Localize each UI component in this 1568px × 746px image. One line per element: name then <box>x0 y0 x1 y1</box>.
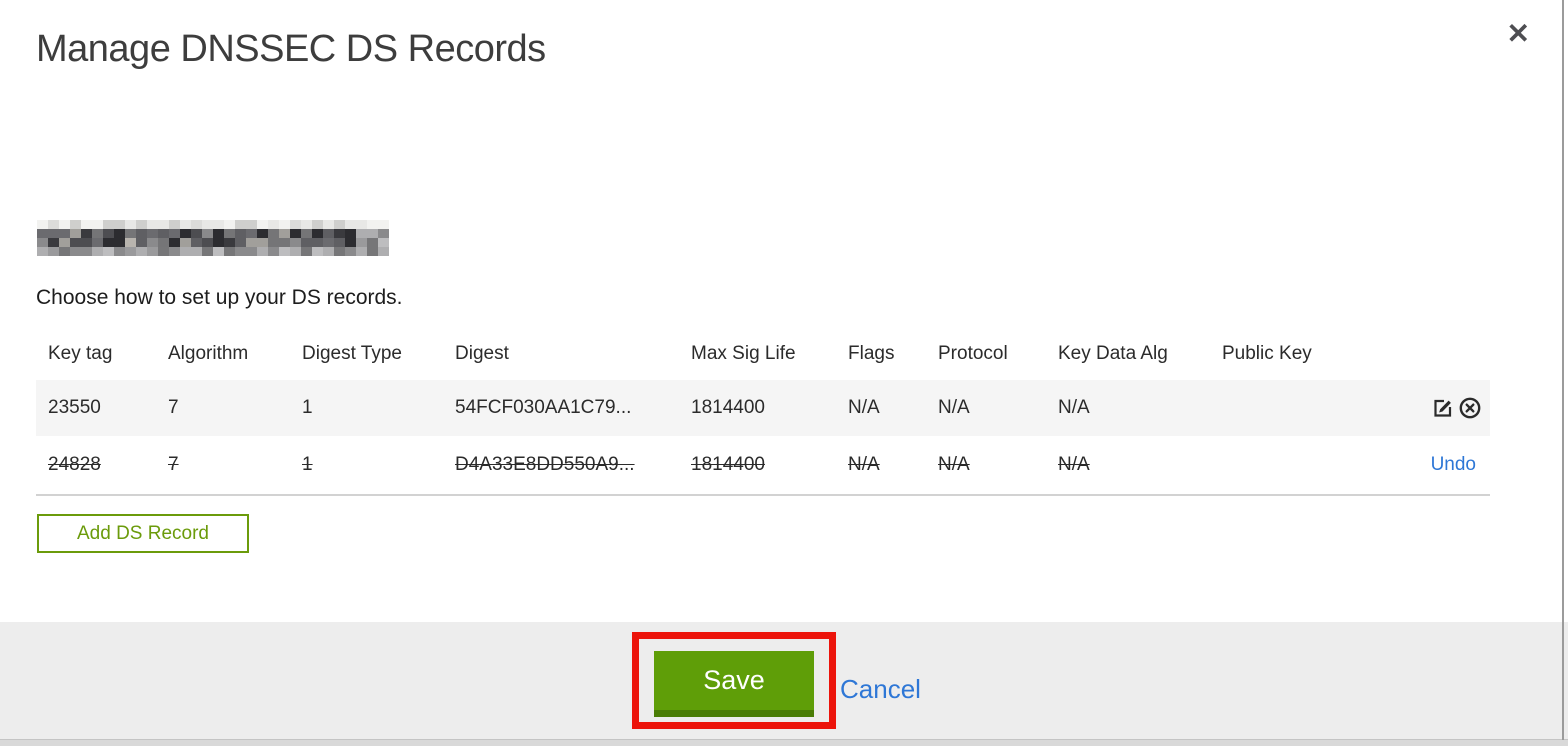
cell-protocol: N/A <box>938 454 970 475</box>
cell-algorithm: 7 <box>168 397 179 418</box>
cell-max-sig-life: 1814400 <box>691 397 765 418</box>
col-header-protocol: Protocol <box>938 343 1008 364</box>
table-row-deleted: 24828 7 1 D4A33E8DD550A9... 1814400 N/A … <box>36 436 1490 496</box>
col-header-key-data-alg: Key Data Alg <box>1058 343 1168 364</box>
row-actions <box>1360 396 1490 420</box>
cell-key-data-alg: N/A <box>1058 454 1090 475</box>
table-row: 23550 7 1 54FCF030AA1C79... 1814400 N/A … <box>36 380 1490 436</box>
col-header-public-key: Public Key <box>1222 343 1312 364</box>
page-bottom-strip <box>0 739 1568 746</box>
redacted-domain <box>37 220 389 256</box>
cell-flags: N/A <box>848 397 880 418</box>
red-annotation-rectangle: Save <box>632 632 836 729</box>
cell-key-tag: 23550 <box>48 397 101 418</box>
col-header-key-tag: Key tag <box>48 343 113 364</box>
page-title: Manage DNSSEC DS Records <box>36 28 546 70</box>
edit-icon[interactable] <box>1431 396 1455 420</box>
table-header-row: Key tag Algorithm Digest Type Digest Max… <box>36 330 1490 378</box>
cell-key-data-alg: N/A <box>1058 397 1090 418</box>
add-ds-record-button[interactable]: Add DS Record <box>37 514 249 553</box>
close-icon[interactable]: ✕ <box>1507 20 1530 48</box>
cell-protocol: N/A <box>938 397 970 418</box>
manage-dnssec-modal: Manage DNSSEC DS Records ✕ Choose how to… <box>0 0 1568 746</box>
cell-digest: D4A33E8DD550A9... <box>455 454 635 475</box>
col-header-digest: Digest <box>455 343 509 364</box>
ds-records-table: Key tag Algorithm Digest Type Digest Max… <box>36 330 1490 496</box>
footer-bar: Save Cancel <box>0 622 1568 740</box>
cancel-link[interactable]: Cancel <box>840 674 921 705</box>
col-header-algorithm: Algorithm <box>168 343 249 364</box>
undo-link[interactable]: Undo <box>1431 454 1482 476</box>
cell-algorithm: 7 <box>168 454 179 475</box>
cell-max-sig-life: 1814400 <box>691 454 765 475</box>
col-header-max-sig-life: Max Sig Life <box>691 343 796 364</box>
cell-digest-type: 1 <box>302 454 313 475</box>
modal-right-border <box>1562 0 1564 740</box>
col-header-flags: Flags <box>848 343 895 364</box>
col-header-digest-type: Digest Type <box>302 343 402 364</box>
row-actions: Undo <box>1360 454 1490 476</box>
delete-circle-icon[interactable] <box>1458 396 1482 420</box>
cell-digest-type: 1 <box>302 397 313 418</box>
cell-digest: 54FCF030AA1C79... <box>455 397 632 418</box>
save-button[interactable]: Save <box>654 651 814 717</box>
cell-key-tag: 24828 <box>48 454 101 475</box>
instruction-text: Choose how to set up your DS records. <box>36 286 403 309</box>
cell-flags: N/A <box>848 454 880 475</box>
